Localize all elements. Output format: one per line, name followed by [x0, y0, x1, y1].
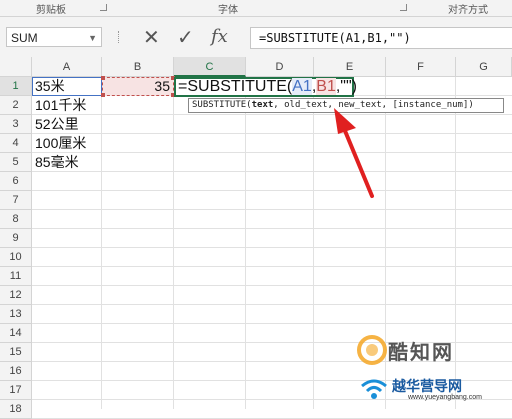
watermark: 酷知网 越华营导网 www.yueyangbang.com: [352, 330, 512, 409]
watermark-brand-2: 越华营导网: [392, 379, 462, 395]
watermark-logo-icon: [357, 335, 387, 365]
watermark-url: www.yueyangbang.com: [408, 394, 482, 401]
watermark-wifi-icon: [361, 379, 387, 399]
watermark-brand: 酷知网: [388, 340, 454, 364]
